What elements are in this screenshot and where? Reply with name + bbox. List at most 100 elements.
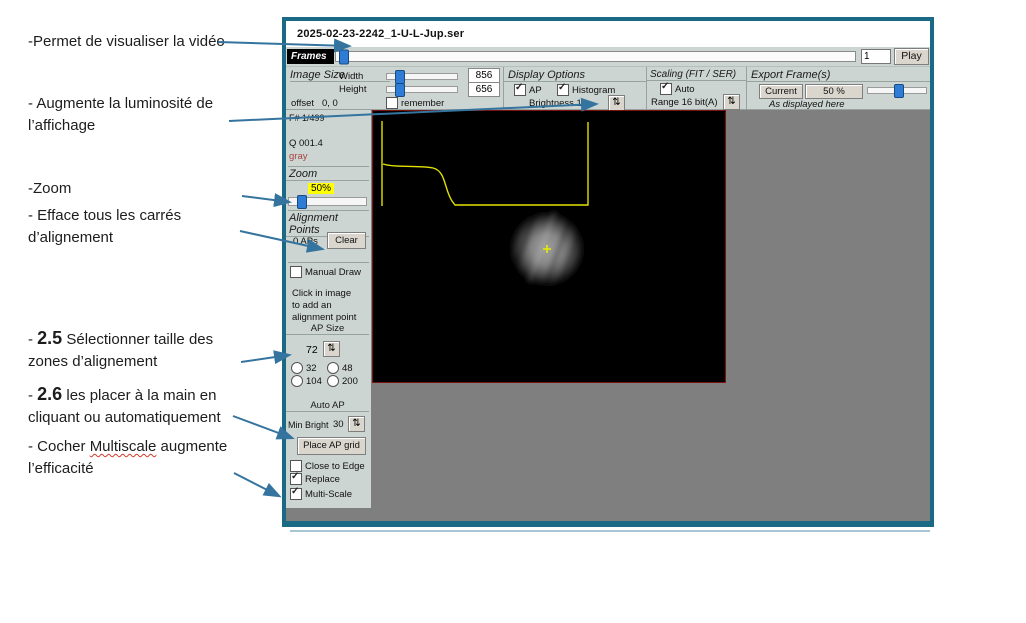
annotation-line: - Augmente la luminosité de xyxy=(28,93,213,115)
replace-label: Replace xyxy=(305,474,340,485)
ap-size-48-radio[interactable]: 48 xyxy=(327,362,353,374)
radio-circle xyxy=(291,375,303,387)
ap-size-104-radio[interactable]: 104 xyxy=(291,375,322,387)
export-percent-button[interactable]: 50 % xyxy=(805,84,863,99)
auto-ap-header: Auto AP xyxy=(286,400,369,412)
quality-readout: Q 001.4 xyxy=(289,138,323,149)
radio-label: 200 xyxy=(342,376,358,387)
replace-checkbox[interactable]: ✓ Replace xyxy=(290,473,340,485)
frames-label: Frames xyxy=(287,49,334,64)
min-bright-label: Min Bright xyxy=(288,420,329,430)
auto-checkbox[interactable]: ✓ Auto xyxy=(660,83,695,95)
annotation-line: -Permet de visualiser la vidéo xyxy=(28,31,225,53)
radio-circle xyxy=(327,362,339,374)
window-shadow-line xyxy=(290,530,930,532)
clear-button[interactable]: Clear xyxy=(327,232,366,249)
hint-text: alignment point xyxy=(292,312,356,323)
scaling-header: Scaling (FIT / SER) xyxy=(647,69,746,81)
export-current-button[interactable]: Current xyxy=(759,84,803,99)
height-slider-thumb[interactable] xyxy=(395,83,405,97)
ap-size-value[interactable]: 72 xyxy=(306,344,318,356)
app-window: 2025-02-23-2242_1-U-L-Jup.ser Frames 1 P… xyxy=(282,17,934,527)
annotation-line: zones d’alignement xyxy=(28,351,213,373)
ap-count: 0 APs xyxy=(293,236,318,247)
annotation-brightness: - Augmente la luminosité de l’affichage xyxy=(28,93,213,137)
annotation-line: d’alignement xyxy=(28,227,181,249)
annotation-line: - 2.5 Sélectionner taille des xyxy=(28,327,213,351)
range-stepper-button[interactable]: ⇅ xyxy=(723,94,740,110)
frame-counter: F# 1/499 xyxy=(289,113,325,123)
offset-label: offset xyxy=(291,98,314,109)
width-slider-thumb[interactable] xyxy=(395,70,405,84)
close-to-edge-checkbox[interactable]: ✓ Close to Edge xyxy=(290,460,365,472)
hint-text: to add an xyxy=(292,300,332,311)
multi-scale-label: Multi-Scale xyxy=(305,489,352,500)
color-mode-label: gray xyxy=(289,151,307,162)
export-slider[interactable] xyxy=(867,87,927,94)
place-ap-grid-button[interactable]: Place AP grid xyxy=(297,437,366,455)
annotation-line: - Efface tous les carrés xyxy=(28,205,181,227)
ap-size-stepper-button[interactable]: ⇅ xyxy=(323,341,340,357)
frames-slider-thumb[interactable] xyxy=(339,49,349,64)
histogram-checkbox[interactable]: ✓ Histogram xyxy=(557,84,615,96)
check-icon: ✓ xyxy=(558,82,566,93)
checkbox-box: ✓ xyxy=(386,97,398,109)
brightness-stepper-button[interactable]: ⇅ xyxy=(608,95,625,111)
stepper-arrows-icon: ⇅ xyxy=(612,97,620,108)
annotation-place-aps: - 2.6 les placer à la main en cliquant o… xyxy=(28,383,221,429)
remember-checkbox[interactable]: ✓ remember xyxy=(386,97,444,109)
zoom-header: Zoom xyxy=(286,168,369,181)
export-note: As displayed here xyxy=(769,99,845,110)
multi-scale-checkbox[interactable]: ✓ Multi-Scale xyxy=(290,488,352,500)
check-icon: ✓ xyxy=(291,486,299,497)
radio-label: 48 xyxy=(342,363,353,374)
height-slider[interactable] xyxy=(386,86,458,93)
checkbox-box: ✓ xyxy=(290,266,302,278)
checkbox-box: ✓ xyxy=(290,488,302,500)
checkbox-box: ✓ xyxy=(660,83,672,95)
image-viewport[interactable] xyxy=(372,110,726,383)
frames-slider[interactable] xyxy=(335,51,856,62)
check-icon: ✓ xyxy=(291,471,299,482)
close-to-edge-label: Close to Edge xyxy=(305,461,365,472)
check-icon: ✓ xyxy=(515,82,523,93)
zoom-value: 50% xyxy=(308,183,334,194)
annotation-zoom: -Zoom xyxy=(28,178,71,200)
toolbar: Image Size Width 856 Height 656 offset 0… xyxy=(286,66,930,110)
radio-label: 32 xyxy=(306,363,317,374)
manual-draw-checkbox[interactable]: ✓ Manual Draw xyxy=(290,266,361,278)
zoom-slider[interactable] xyxy=(288,197,367,206)
annotation-line: - 2.6 les placer à la main en xyxy=(28,383,221,407)
annotation-video: -Permet de visualiser la vidéo xyxy=(28,31,225,53)
checkbox-box: ✓ xyxy=(290,473,302,485)
display-options-header: Display Options xyxy=(504,69,646,82)
width-value[interactable]: 856 xyxy=(468,68,500,83)
histogram-label: Histogram xyxy=(572,85,615,96)
window-title: 2025-02-23-2242_1-U-L-Jup.ser xyxy=(286,28,464,40)
play-button[interactable]: Play xyxy=(894,48,929,65)
export-slider-thumb[interactable] xyxy=(894,84,904,98)
min-bright-stepper-button[interactable]: ⇅ xyxy=(348,416,365,432)
brightness-label: Brightness 1 x xyxy=(529,98,589,109)
separator xyxy=(288,262,369,263)
frame-number-input[interactable]: 1 xyxy=(861,49,891,64)
min-bright-value[interactable]: 30 xyxy=(333,419,344,430)
ap-size-200-radio[interactable]: 200 xyxy=(327,375,358,387)
annotation-line: - Cocher Multiscale augmente xyxy=(28,436,227,458)
radio-label: 104 xyxy=(306,376,322,387)
ap-checkbox[interactable]: ✓ AP xyxy=(514,84,542,96)
title-bar: 2025-02-23-2242_1-U-L-Jup.ser xyxy=(286,21,930,47)
stepper-arrows-icon: ⇅ xyxy=(727,96,735,107)
height-value[interactable]: 656 xyxy=(468,82,500,97)
annotation-line: -Zoom xyxy=(28,178,71,200)
auto-label: Auto xyxy=(675,84,695,95)
ap-size-32-radio[interactable]: 32 xyxy=(291,362,317,374)
width-slider[interactable] xyxy=(386,73,458,80)
export-frames-panel: Export Frame(s) Current 50 % As displaye… xyxy=(747,67,930,109)
histogram-overlay xyxy=(382,121,588,206)
zoom-slider-thumb[interactable] xyxy=(297,195,307,209)
image-content xyxy=(373,111,725,382)
annotation-line: cliquant ou automatiquement xyxy=(28,407,221,429)
annotation-line: l’affichage xyxy=(28,115,213,137)
scaling-panel: Scaling (FIT / SER) ✓ Auto Range 16 bit(… xyxy=(647,67,747,109)
